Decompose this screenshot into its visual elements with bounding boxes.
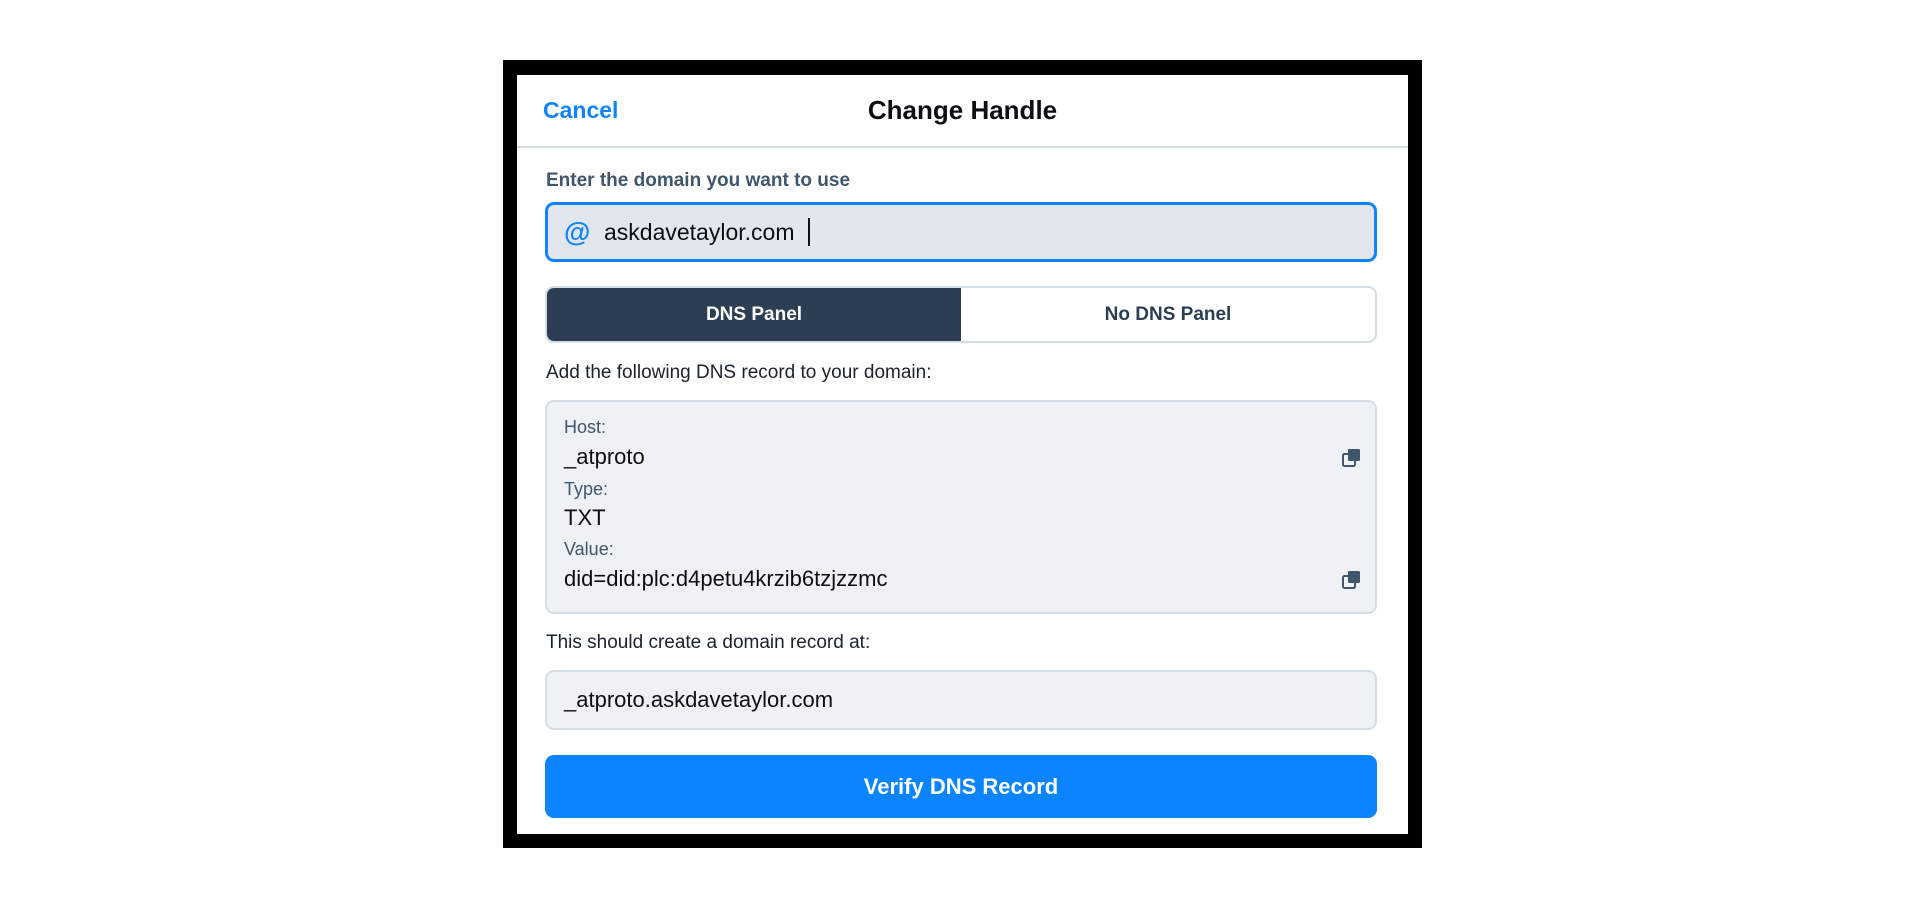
copy-host-icon[interactable] <box>1341 447 1363 469</box>
dns-mode-toggle: DNS Panel No DNS Panel <box>545 286 1377 343</box>
at-sign-icon: @ <box>564 217 591 247</box>
domain-field-label: Enter the domain you want to use <box>546 170 851 191</box>
value-value: did=did:plc:d4petu4krzib6tzjzzmc <box>564 566 888 591</box>
dns-record-box: Host: _atproto Type: TXT Value: did=did:… <box>545 400 1377 614</box>
dns-instruction: Add the following DNS record to your dom… <box>546 362 932 383</box>
domain-record-label: This should create a domain record at: <box>546 632 871 653</box>
tab-dns-panel[interactable]: DNS Panel <box>547 288 961 341</box>
host-label: Host: <box>564 417 607 437</box>
text-cursor <box>808 218 810 246</box>
change-handle-dialog: Cancel Change Handle Enter the domain yo… <box>517 75 1408 834</box>
type-value: TXT <box>564 505 606 530</box>
type-label: Type: <box>564 479 609 499</box>
verify-dns-record-button[interactable]: Verify DNS Record <box>545 755 1377 818</box>
tab-no-dns-panel[interactable]: No DNS Panel <box>961 288 1375 341</box>
copy-value-icon[interactable] <box>1341 569 1363 591</box>
host-value: _atproto <box>564 444 645 469</box>
dialog-title: Change Handle <box>867 95 1058 125</box>
domain-input[interactable] <box>604 213 1344 251</box>
screenshot-frame: Cancel Change Handle Enter the domain yo… <box>503 60 1422 848</box>
domain-input-container[interactable]: @ <box>545 202 1377 262</box>
domain-record-value: _atproto.askdavetaylor.com <box>564 687 834 712</box>
value-label: Value: <box>564 539 614 559</box>
dialog-header: Cancel Change Handle <box>517 75 1408 148</box>
domain-record-box: _atproto.askdavetaylor.com <box>545 670 1377 730</box>
